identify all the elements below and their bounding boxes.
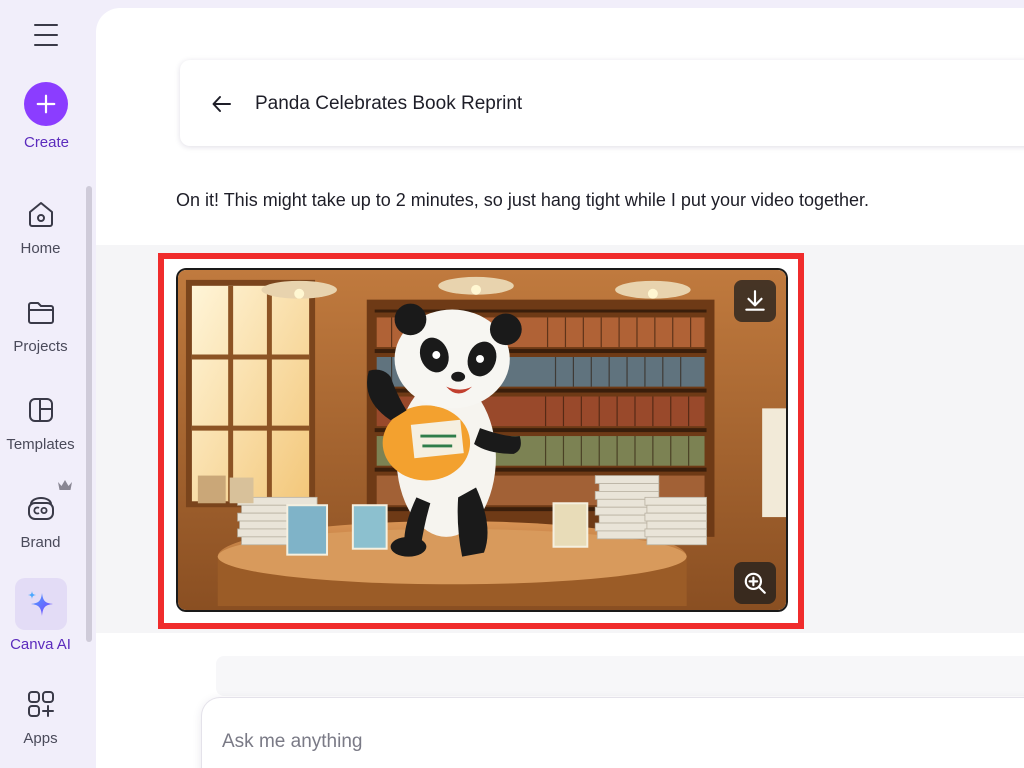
sidebar: Create Home Projects Templates Brand Can… [0,0,96,768]
sidebar-item-projects[interactable]: Projects [0,292,81,372]
create-label[interactable]: Create [0,134,93,151]
sidebar-item-label: Projects [13,338,68,355]
chat-title: Panda Celebrates Book Reprint [255,93,523,114]
home-icon [28,202,53,227]
sidebar-item-label: Canva AI [10,636,71,653]
sidebar-item-home[interactable]: Home [0,194,81,274]
download-button[interactable] [734,280,776,322]
menu-icon[interactable] [34,24,58,46]
sidebar-item-apps[interactable]: Apps [0,684,81,764]
sidebar-item-label: Apps [23,730,58,747]
chat-header: Panda Celebrates Book Reprint [180,60,1024,146]
brand-icon [27,497,54,520]
sidebar-item-canva-ai[interactable]: Canva AI [0,578,81,658]
panda-bookstore-image [178,270,786,610]
video-preview[interactable] [174,266,790,614]
zoom-in-button[interactable] [734,562,776,604]
sidebar-item-templates[interactable]: Templates [0,390,81,470]
sidebar-item-label: Brand [20,534,61,551]
sidebar-item-brand[interactable]: Brand [0,488,81,568]
zoom-in-icon [744,572,766,594]
plus-icon [36,94,56,114]
faded-placeholder-row [216,656,1024,696]
back-arrow-icon[interactable] [210,92,234,116]
sidebar-item-label: Home [20,240,61,257]
create-button[interactable] [24,82,68,126]
download-icon [745,290,765,311]
chat-panel: Panda Celebrates Book Reprint On it! Thi… [96,8,1024,768]
sidebar-scrollbar[interactable] [86,186,92,642]
assistant-message: On it! This might take up to 2 minutes, … [176,190,870,210]
ask-input[interactable] [222,730,822,754]
crown-icon [58,480,72,490]
folder-icon [27,302,54,324]
composer [202,698,1024,768]
templates-icon [28,398,53,422]
apps-icon [27,691,54,717]
sidebar-item-label: Templates [6,436,75,453]
sparkle-icon [27,591,53,616]
